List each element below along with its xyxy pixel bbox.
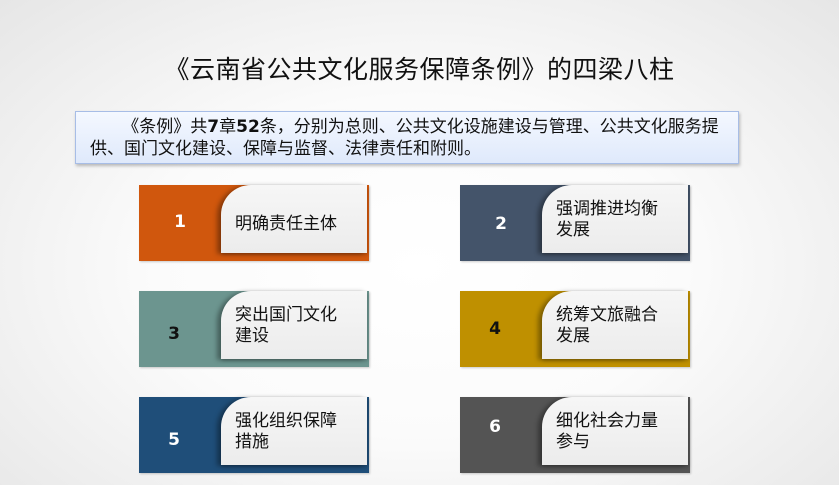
pillar-label-5: 强化组织保障措施 xyxy=(235,411,337,452)
pillar-card-5: 5 强化组织保障措施 xyxy=(139,397,369,473)
pillar-label-1: 明确责任主体 xyxy=(235,214,337,234)
pillar-number-2: 2 xyxy=(495,214,507,234)
pillar-card-2: 2 强调推进均衡发展 xyxy=(460,185,690,261)
pillar-card-4: 4 统筹文旅融合发展 xyxy=(460,291,690,367)
pillar-label-3: 突出国门文化建设 xyxy=(235,305,337,346)
pillar-number-3: 3 xyxy=(168,324,180,344)
pillar-number-6: 6 xyxy=(489,417,501,437)
pillar-number-4: 4 xyxy=(489,319,501,339)
pillar-card-6: 6 细化社会力量参与 xyxy=(460,397,690,473)
summary-text-2: 章 xyxy=(219,117,237,137)
chapter-count: 7 xyxy=(207,117,220,137)
pillar-card-1: 1 明确责任主体 xyxy=(139,185,369,261)
pillar-card-3: 3 突出国门文化建设 xyxy=(139,291,369,367)
pillar-label-4: 统筹文旅融合发展 xyxy=(556,305,658,346)
page-title: 《云南省公共文化服务保障条例》的四梁八柱 xyxy=(164,55,675,84)
pillar-label-2: 强调推进均衡发展 xyxy=(556,199,658,240)
summary-text-1: 《条例》共 xyxy=(122,117,208,137)
article-count: 52 xyxy=(236,117,260,137)
pillar-label-6: 细化社会力量参与 xyxy=(556,411,658,452)
pillar-number-1: 1 xyxy=(174,212,186,232)
pillar-number-5: 5 xyxy=(168,430,180,450)
summary-box: 《条例》共7章52条，分别为总则、公共文化设施建设与管理、公共文化服务提供、国门… xyxy=(75,111,739,164)
